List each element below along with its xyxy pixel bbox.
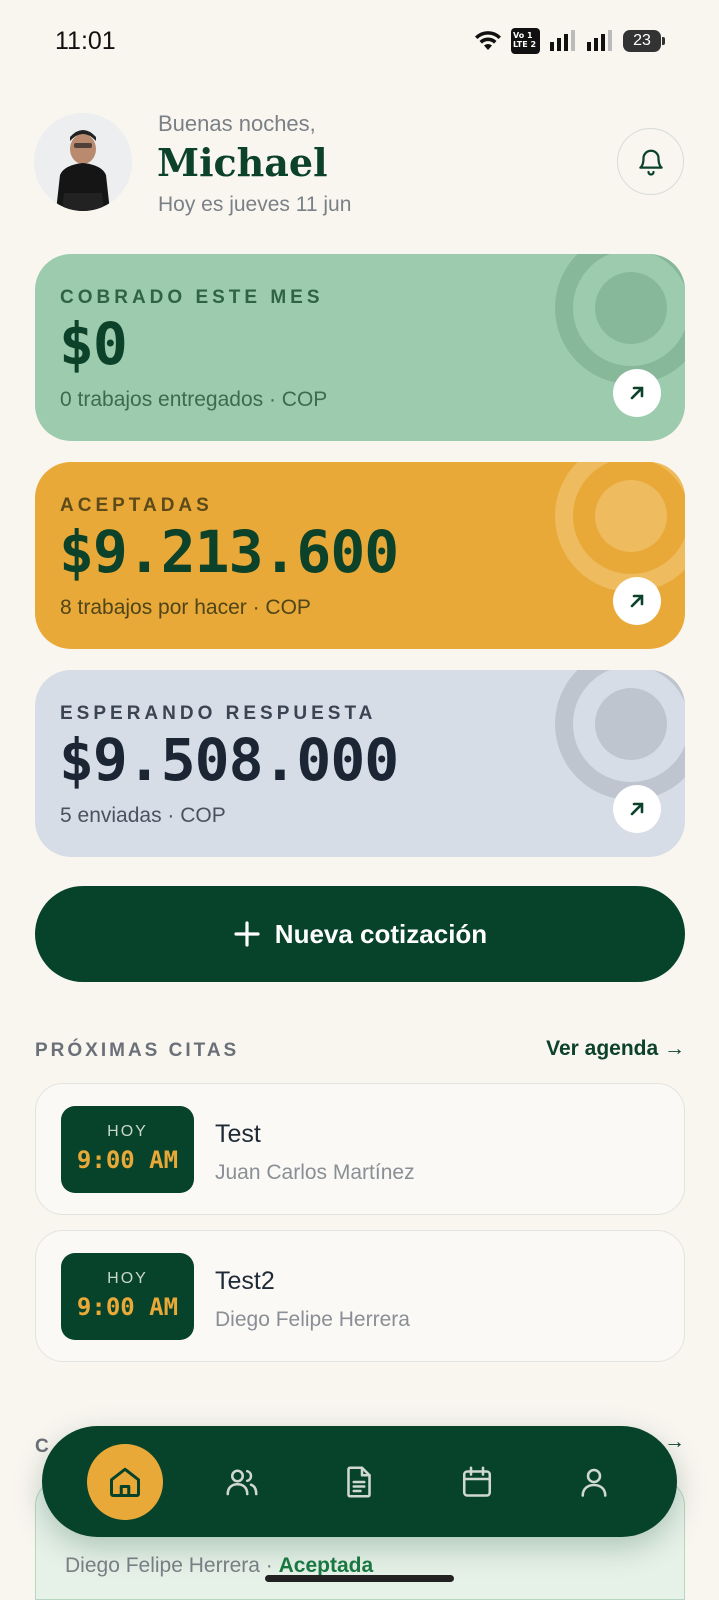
appointment-title: Test [215,1120,261,1148]
card-amount: $0 [59,310,128,378]
battery-icon: 23 [623,30,665,52]
status-icons: Vo 1 LTE 2 23 [474,28,665,54]
users-icon [226,1468,258,1495]
card-decoration [555,670,685,800]
open-card-button[interactable] [613,785,661,833]
open-card-button[interactable] [613,577,661,625]
arrow-up-right-icon [630,386,644,400]
bottom-nav [42,1426,677,1537]
arrow-up-right-icon [630,802,644,816]
card-amount: $9.213.600 [59,518,399,586]
appointment-item[interactable]: HOY 9:00 AM Test2 Diego Felipe Herrera [35,1230,685,1362]
calendar-icon [462,1465,491,1497]
nav-home[interactable] [86,1443,163,1520]
appointment-person: Diego Felipe Herrera [215,1308,410,1331]
status-bar: 11:01 Vo 1 LTE 2 23 [0,0,719,84]
card-subtitle: 0 trabajos entregados · COP [60,388,328,411]
card-amount: $9.508.000 [59,726,399,794]
user-name: Michael [157,140,328,185]
appointment-time-badge: HOY 9:00 AM [61,1106,194,1193]
nav-clients[interactable] [204,1444,280,1520]
home-indicator[interactable] [265,1575,454,1582]
date-text: Hoy es jueves 11 jun [158,193,352,216]
quote-client: Diego Felipe Herrera [65,1554,260,1577]
waiting-card[interactable]: ESPERANDO RESPUESTA $9.508.000 5 enviada… [35,670,685,857]
appointment-item[interactable]: HOY 9:00 AM Test Juan Carlos Martínez [35,1083,685,1215]
new-quote-label: Nueva cotización [274,918,488,949]
home-icon [109,1467,140,1497]
signal-2-icon [587,30,612,51]
nav-profile[interactable] [556,1444,632,1520]
appointment-person: Juan Carlos Martínez [215,1161,415,1184]
appointment-time: 9:00 AM [76,1293,179,1321]
status-time: 11:01 [55,27,116,55]
wifi-icon [475,31,501,50]
profile-icon [581,1468,607,1497]
appointment-time: 9:00 AM [76,1146,179,1174]
quote-status: Aceptada [278,1554,374,1577]
volte-icon: Vo 1 LTE 2 [511,28,540,54]
card-label: COBRADO ESTE MES [60,287,324,308]
card-decoration [555,254,685,384]
card-decoration [555,462,685,592]
appointment-day: HOY [107,1123,148,1140]
new-quote-button[interactable]: Nueva cotización [35,886,685,982]
plus-icon [234,921,260,947]
bell-icon [638,149,663,176]
appointments-title: PRÓXIMAS CITAS [35,1040,240,1061]
collected-card[interactable]: COBRADO ESTE MES $0 0 trabajos entregado… [35,254,685,441]
open-card-button[interactable] [613,369,661,417]
nav-quotes[interactable] [321,1444,397,1520]
arrow-up-right-icon [630,594,644,608]
card-subtitle: 8 trabajos por hacer · COP [60,596,311,619]
view-agenda-link[interactable]: Ver agenda → [546,1037,685,1061]
appointment-title: Test2 [215,1267,275,1295]
appointment-time-badge: HOY 9:00 AM [61,1253,194,1340]
card-label: ACEPTADAS [60,495,213,516]
card-label: ESPERANDO RESPUESTA [60,703,377,724]
greeting-text: Buenas noches, [158,111,316,136]
notifications-button[interactable] [617,128,684,195]
card-subtitle: 5 enviadas · COP [60,804,226,827]
avatar[interactable] [34,113,132,211]
document-icon [347,1465,372,1498]
accepted-card[interactable]: ACEPTADAS $9.213.600 8 trabajos por hace… [35,462,685,649]
quote-separator: · [259,1554,279,1577]
signal-1-icon [550,30,575,51]
appointment-day: HOY [107,1270,148,1287]
nav-calendar[interactable] [439,1444,515,1520]
